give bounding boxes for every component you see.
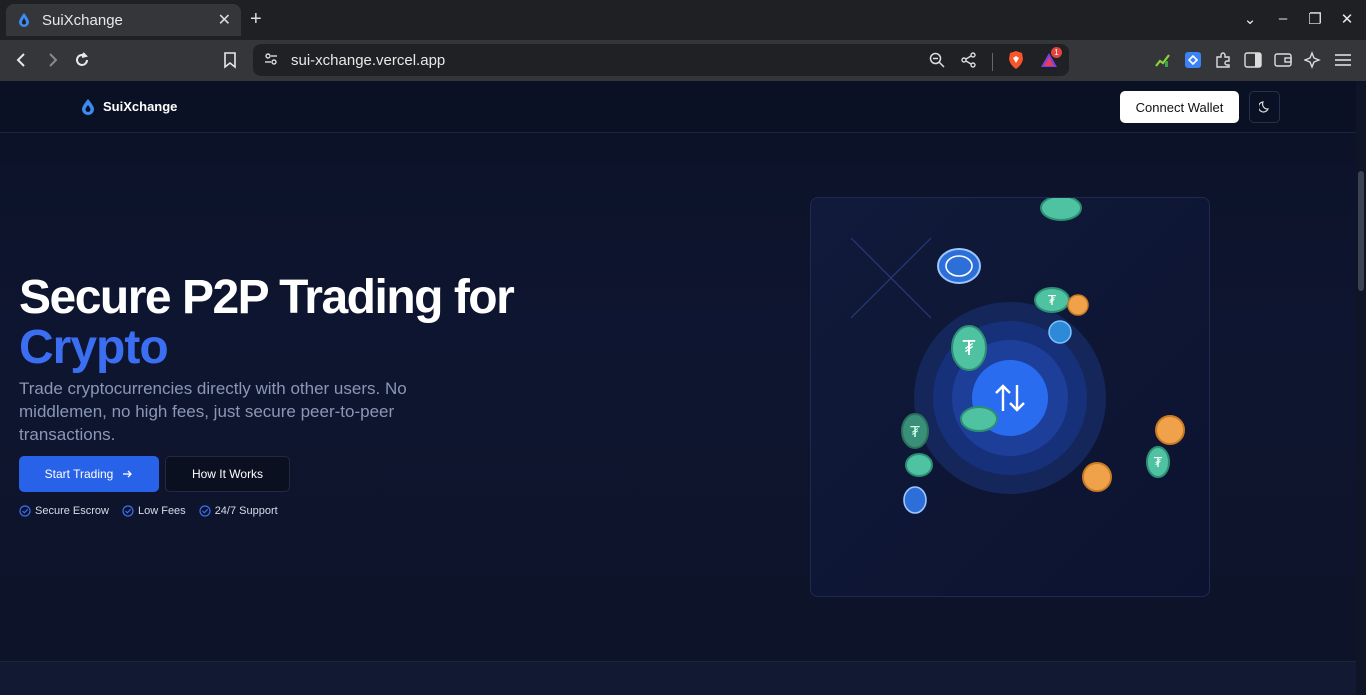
browser-toolbar: sui-xchange.vercel.app 1	[0, 40, 1366, 81]
extensions-puzzle-icon[interactable]	[1213, 50, 1233, 70]
minimize-icon[interactable]: –	[1273, 10, 1293, 27]
feature-label: Secure Escrow	[35, 505, 109, 517]
usdc-coin	[903, 486, 927, 514]
bookmark-icon[interactable]	[218, 48, 242, 72]
tether-coin	[960, 406, 998, 432]
leo-ai-icon[interactable]	[1303, 50, 1323, 70]
tether-coin	[905, 453, 933, 477]
svg-text:₮: ₮	[963, 336, 976, 360]
check-circle-icon	[122, 505, 134, 517]
start-trading-label: Start Trading	[44, 467, 114, 481]
hero-subtitle: Trade cryptocurrencies directly with oth…	[19, 379, 407, 444]
svg-text:₮: ₮	[1154, 456, 1163, 471]
brave-rewards-icon[interactable]: 1	[1039, 47, 1062, 73]
reload-icon[interactable]	[70, 48, 94, 72]
gold-coin	[1082, 462, 1112, 492]
page-scrollbar[interactable]	[1356, 81, 1366, 695]
usdc-coin	[937, 248, 981, 284]
crypto-coins-illustration: ₮ ₮ ₮ ₮	[850, 198, 1185, 514]
site-header: SuiXchange Connect Wallet	[0, 81, 1356, 133]
theme-toggle-button[interactable]	[1249, 91, 1280, 123]
address-bar[interactable]: sui-xchange.vercel.app 1	[253, 44, 1069, 76]
feature-item: 24/7 Support	[199, 505, 278, 517]
close-tab-icon[interactable]: ✕	[218, 10, 231, 30]
logo-text: SuiXchange	[103, 99, 178, 114]
url-divider	[992, 53, 993, 71]
how-it-works-button[interactable]: How It Works	[165, 456, 290, 492]
connect-wallet-button[interactable]: Connect Wallet	[1120, 91, 1239, 123]
svg-text:₮: ₮	[910, 423, 920, 441]
gold-coin	[1067, 294, 1089, 316]
maximize-icon[interactable]: ❐	[1305, 10, 1325, 28]
zoom-icon[interactable]	[928, 51, 946, 73]
forward-icon[interactable]	[40, 48, 64, 72]
back-icon[interactable]	[10, 48, 34, 72]
droplet-icon	[19, 13, 29, 27]
extension-chart-icon[interactable]	[1153, 50, 1173, 70]
tether-coin: ₮	[1034, 287, 1070, 313]
browser-tab[interactable]: SuiXchange ✕	[6, 4, 241, 36]
tether-coin: ₮	[951, 325, 987, 371]
menu-icon[interactable]	[1333, 50, 1353, 70]
usdc-coin	[1048, 320, 1072, 344]
next-section-band	[0, 661, 1356, 695]
droplet-logo-icon	[82, 99, 94, 115]
feature-label: Low Fees	[137, 505, 186, 517]
feature-label: 24/7 Support	[214, 505, 278, 517]
start-trading-button[interactable]: Start Trading	[19, 456, 159, 492]
brave-shields-icon[interactable]	[1007, 50, 1025, 74]
arrow-right-icon	[123, 470, 133, 478]
site-settings-icon[interactable]	[263, 51, 279, 71]
tether-coin: ₮	[1146, 446, 1170, 478]
page-content: SuiXchange Connect Wallet Secure P2P Tra…	[0, 81, 1356, 695]
check-circle-icon	[19, 505, 31, 517]
tab-search-icon[interactable]: ⌄	[1240, 10, 1260, 28]
hero-title: Secure P2P Trading for	[19, 271, 515, 324]
tether-coin	[1040, 198, 1082, 221]
extension-blue-icon[interactable]	[1183, 50, 1203, 70]
hero-illustration: ₮ ₮ ₮ ₮	[810, 197, 1210, 597]
feature-list: Secure Escrow Low Fees 24/7 Support	[19, 505, 278, 517]
wallet-icon[interactable]	[1273, 50, 1293, 70]
browser-tab-bar: SuiXchange ✕ + ⌄ – ❐ ✕	[0, 0, 1366, 40]
check-circle-icon	[199, 505, 211, 517]
new-tab-button[interactable]: +	[250, 8, 262, 30]
share-icon[interactable]	[960, 51, 978, 73]
gold-coin	[1155, 415, 1185, 445]
moon-icon	[1258, 101, 1269, 113]
feature-item: Secure Escrow	[19, 505, 109, 517]
feature-item: Low Fees	[122, 505, 186, 517]
rewards-badge: 1	[1051, 47, 1062, 58]
tether-coin: ₮	[901, 413, 929, 449]
url-actions: 1	[928, 47, 1062, 74]
site-logo[interactable]: SuiXchange	[80, 98, 177, 115]
close-window-icon[interactable]: ✕	[1337, 10, 1357, 28]
sidebar-toggle-icon[interactable]	[1243, 50, 1263, 70]
tab-title: SuiXchange	[42, 11, 123, 29]
url-text: sui-xchange.vercel.app	[291, 51, 446, 69]
hero-title-accent: Crypto	[19, 321, 169, 374]
svg-text:₮: ₮	[1048, 294, 1057, 309]
scrollbar-thumb[interactable]	[1358, 171, 1364, 291]
